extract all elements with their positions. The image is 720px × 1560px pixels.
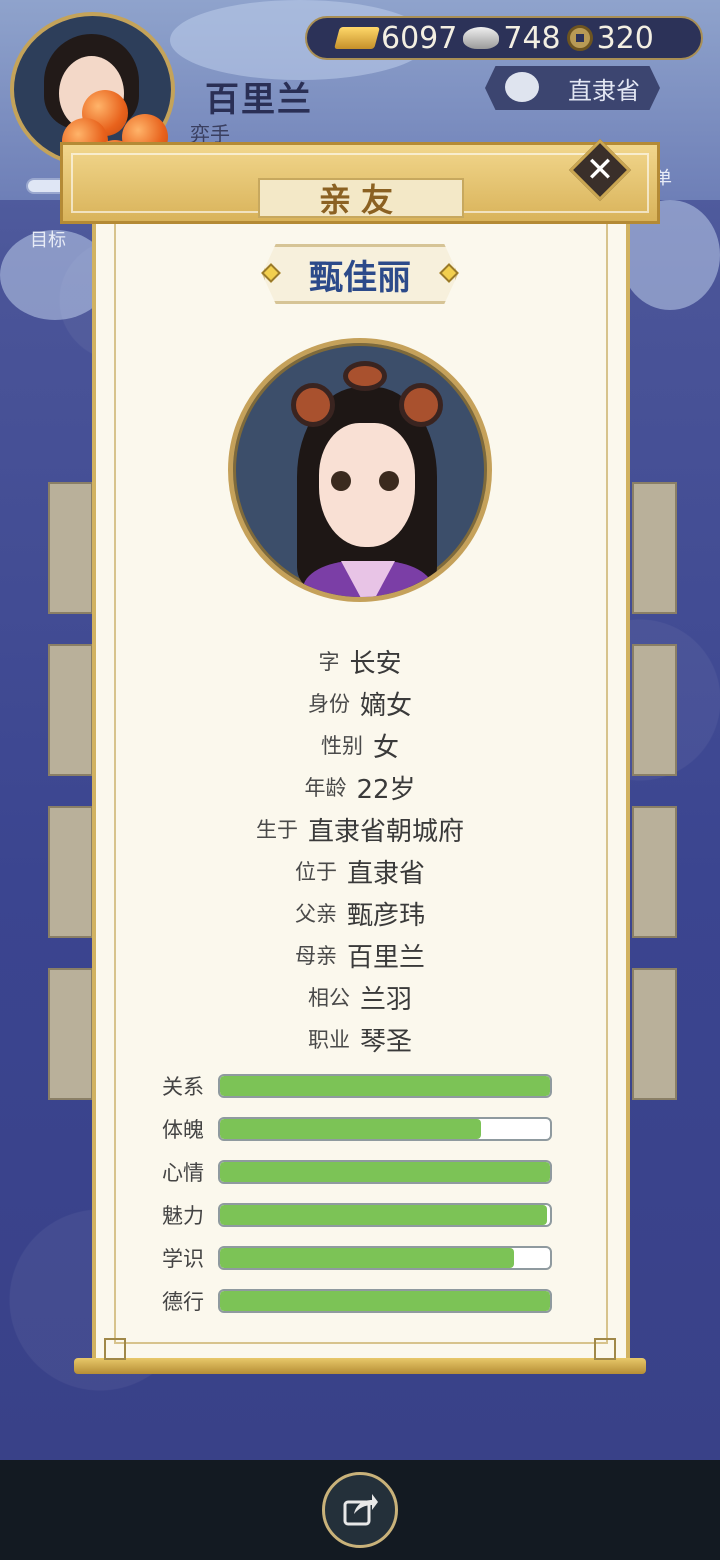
corner-ornament: [594, 1338, 616, 1360]
info-label: 相公: [307, 986, 350, 1010]
gold-ingot-icon: [334, 27, 380, 49]
stat-row: 魅力: [162, 1193, 562, 1236]
info-label: 位于: [294, 860, 337, 884]
stat-bar: [218, 1202, 552, 1227]
silver-ingot-icon: [463, 27, 500, 49]
stat-row: 体魄: [162, 1107, 562, 1150]
info-row: 字长安: [100, 640, 620, 682]
coin-currency: 320: [566, 20, 654, 56]
gold-currency: 6097: [334, 20, 458, 56]
info-value: 琴圣: [359, 1026, 412, 1057]
list-card: [48, 968, 93, 1100]
stat-bar: [218, 1116, 552, 1141]
list-card: [632, 644, 677, 776]
stat-row: 学识: [162, 1236, 562, 1279]
stat-bar: [218, 1073, 552, 1098]
list-card: [632, 806, 677, 938]
character-name: 甄佳丽: [262, 244, 458, 304]
info-row: 位于 直隶省: [100, 850, 620, 892]
stat-bar: [218, 1159, 552, 1184]
copper-coin-icon: [566, 25, 593, 51]
province-button[interactable]: 直隶省: [485, 66, 660, 110]
list-card: [48, 806, 93, 938]
info-label: 母亲: [294, 944, 337, 968]
info-label: 字: [318, 650, 340, 674]
goal-button[interactable]: 目标: [30, 226, 66, 252]
stat-label: 关系: [162, 1074, 204, 1099]
stat-label: 魅力: [162, 1203, 204, 1228]
character-info-list: 字长安 身份 嫡女 性别女年龄 22岁 生于 直隶省朝城府 位于 直隶省 父亲 甄彦玮 母亲 百里兰 相公…: [100, 640, 620, 1060]
list-card: [48, 644, 93, 776]
info-value: 百里兰: [346, 942, 425, 973]
stat-bar-fill: [220, 1161, 550, 1182]
info-value: 直隶省: [346, 858, 425, 889]
info-label: 父亲: [294, 902, 337, 926]
scroll-bottom-rod: [74, 1358, 646, 1374]
info-label: 年龄: [304, 776, 347, 800]
info-label: 身份: [307, 692, 350, 716]
info-label: 生于: [255, 818, 298, 842]
stat-bar-fill: [220, 1290, 550, 1311]
info-row: 职业 琴圣: [100, 1018, 620, 1060]
list-card: [48, 482, 93, 614]
info-value: 嫡女: [359, 690, 412, 721]
info-value: 长安: [349, 648, 402, 679]
player-name: 百里兰: [205, 80, 313, 120]
info-row: 性别女: [100, 724, 620, 766]
info-row: 生于 直隶省朝城府: [100, 808, 620, 850]
silver-currency: 748: [463, 20, 561, 56]
list-card: [632, 482, 677, 614]
stat-bar-fill: [220, 1204, 547, 1225]
info-row: 年龄 22岁: [100, 766, 620, 808]
info-label: 性别: [320, 734, 363, 758]
stat-bar: [218, 1288, 552, 1313]
share-icon: [343, 1494, 378, 1526]
info-value: 甄彦玮: [346, 900, 425, 931]
info-value: 兰羽: [359, 984, 412, 1015]
currency-bar: 6097 748 320: [305, 16, 703, 60]
share-button[interactable]: [322, 1472, 398, 1548]
stat-row: 关系: [162, 1064, 562, 1107]
info-row: 身份 嫡女: [100, 682, 620, 724]
gold-amount: 6097: [381, 20, 458, 56]
info-label: 职业: [307, 1028, 350, 1052]
info-value: 22岁: [356, 774, 416, 805]
coin-amount: 320: [596, 20, 654, 56]
stat-row: 德行: [162, 1279, 562, 1322]
info-row: 父亲 甄彦玮: [100, 892, 620, 934]
panel-title: 亲友: [258, 178, 464, 219]
info-value: 直隶省朝城府: [307, 816, 464, 847]
stat-bar-fill: [220, 1075, 550, 1096]
info-row: 相公 兰羽: [100, 976, 620, 1018]
province-label: 直隶省: [568, 76, 640, 105]
stat-bar: [218, 1245, 552, 1270]
info-value: 女: [372, 732, 399, 763]
close-icon[interactable]: ✕: [578, 148, 622, 192]
character-portrait: [228, 338, 492, 602]
stat-bar-fill: [220, 1118, 481, 1139]
corner-ornament: [104, 1338, 126, 1360]
stat-row: 心情: [162, 1150, 562, 1193]
province-icon: [505, 72, 539, 102]
silver-amount: 748: [503, 20, 561, 56]
stat-label: 体魄: [162, 1117, 204, 1142]
stat-bar-fill: [220, 1247, 514, 1268]
character-stats: 关系体魄心情魅力学识德行: [162, 1064, 562, 1322]
stat-label: 心情: [162, 1160, 204, 1185]
info-row: 母亲 百里兰: [100, 934, 620, 976]
stat-label: 德行: [162, 1289, 204, 1314]
stat-label: 学识: [162, 1246, 204, 1271]
list-card: [632, 968, 677, 1100]
